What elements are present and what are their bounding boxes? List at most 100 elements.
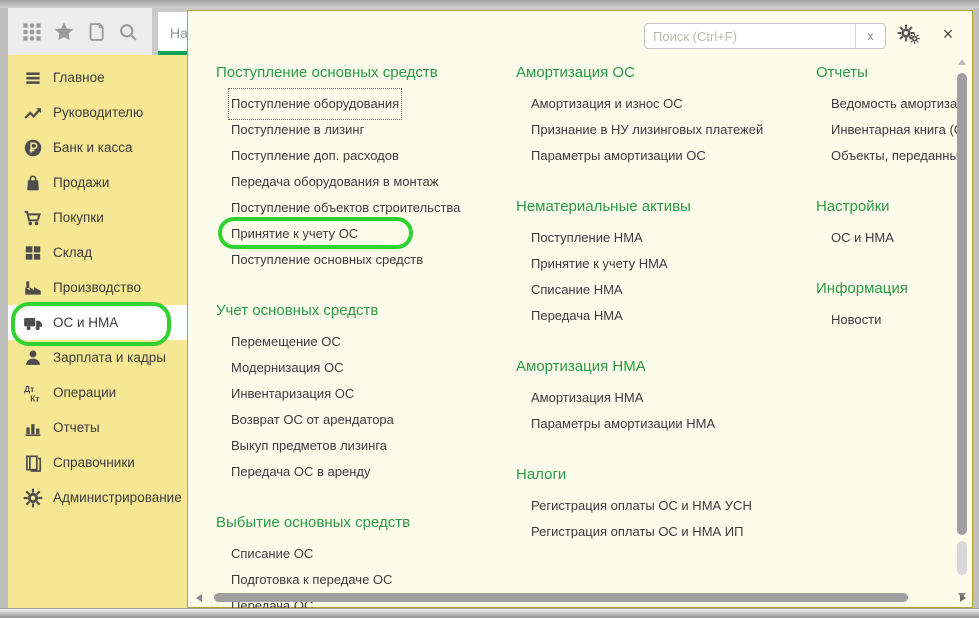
menu-link-label: Ведомость амортиза: [831, 91, 957, 117]
menu-link-label: Подготовка к передаче ОС: [231, 567, 392, 593]
menu-link[interactable]: Подготовка к передаче ОС: [216, 567, 508, 593]
scroll-right-arrow-icon[interactable]: [960, 594, 966, 602]
menu-link-label: Поступление основных средств: [231, 247, 423, 273]
menu-link-label: Поступление НМА: [531, 225, 643, 251]
menu-link[interactable]: Амортизация и износ ОС: [516, 91, 808, 117]
sidebar-item-operacii[interactable]: ДтКтОперации: [8, 375, 187, 410]
menu-link-wrap: Поступление НМА: [531, 225, 643, 251]
sidebar-item-sklad[interactable]: Склад: [8, 235, 187, 270]
menu-link-label: Передача ОС в аренду: [231, 459, 370, 485]
section-title: Выбытие основных средств: [216, 513, 508, 533]
menu-link[interactable]: Возврат ОС от арендатора: [216, 407, 508, 433]
sidebar-item-glavnoe[interactable]: Главное: [8, 60, 187, 95]
sections-sidebar: ГлавноеРуководителюБанк и кассаПродажи По…: [8, 55, 187, 610]
sidebar-item-administrirovanie[interactable]: Администрирование: [8, 480, 187, 515]
search-clear-button[interactable]: x: [855, 24, 885, 48]
menu-link-label: Передача оборудования в монтаж: [231, 169, 438, 195]
horizontal-scrollbar[interactable]: [194, 593, 952, 603]
menu-link[interactable]: Передача оборудования в монтаж: [216, 169, 508, 195]
window-frame: Нач ГлавноеРуководителюБанк и кассаПрода…: [0, 0, 979, 618]
menu-link[interactable]: Поступление основных средств: [216, 247, 508, 273]
menu-link[interactable]: Амортизация НМА: [516, 385, 808, 411]
menu-link-wrap: Ведомость амортиза: [831, 91, 957, 117]
menu-link[interactable]: Параметры амортизации НМА: [516, 411, 808, 437]
menu-section: Нематериальные активы Поступление НМАПрин…: [516, 197, 808, 329]
menu-link[interactable]: Параметры амортизации ОС: [516, 143, 808, 169]
close-icon[interactable]: ×: [936, 22, 960, 46]
menu-section: Амортизация ОСАмортизация и износ ОСПриз…: [516, 63, 808, 169]
menu-link[interactable]: Регистрация оплаты ОС и НМА ИП: [516, 519, 808, 545]
menu-link[interactable]: Новости: [816, 307, 962, 333]
menu-link-wrap: Подготовка к передаче ОС: [231, 567, 392, 593]
menu-link[interactable]: Принятие к учету НМА: [516, 251, 808, 277]
menu-link-wrap: ОС и НМА: [831, 225, 894, 251]
menu-link[interactable]: Поступление оборудования: [216, 91, 508, 117]
menu-link-wrap: Новости: [831, 307, 881, 333]
menu-link-label: Принятие к учету НМА: [531, 251, 668, 277]
menu-link[interactable]: Поступление доп. расходов: [216, 143, 508, 169]
horizontal-scrollbar-thumb[interactable]: [214, 593, 908, 602]
menu-link-wrap: Инвентарная книга (О: [831, 117, 962, 143]
section-title: Настройки: [816, 197, 962, 217]
vertical-scrollbar-thumb[interactable]: [957, 73, 967, 535]
factory-icon: [23, 278, 43, 298]
menu-link[interactable]: Ведомость амортиза: [816, 91, 962, 117]
menu-link[interactable]: Выкуп предметов лизинга: [216, 433, 508, 459]
quick-access-toolbar: [8, 8, 152, 55]
sidebar-item-label: Склад: [53, 245, 92, 260]
menu-link-wrap: Списание ОС: [231, 541, 313, 567]
menu-link-wrap: Поступление объектов строительства: [231, 195, 460, 221]
menu-link[interactable]: Признание в НУ лизинговых платежей: [516, 117, 808, 143]
menu-link[interactable]: Регистрация оплаты ОС и НМА УСН: [516, 493, 808, 519]
vertical-scrollbar[interactable]: [956, 59, 968, 599]
favorites-star-icon[interactable]: [53, 21, 75, 43]
scroll-left-arrow-icon[interactable]: [196, 594, 202, 602]
menu-link-label: Признание в НУ лизинговых платежей: [531, 117, 763, 143]
menu-link-wrap: Амортизация НМА: [531, 385, 643, 411]
search-input[interactable]: [651, 25, 849, 47]
books-icon: [23, 453, 43, 473]
menu-link-wrap: Передача ОС в аренду: [231, 459, 370, 485]
menu-link[interactable]: Списание НМА: [516, 277, 808, 303]
sidebar-item-bank-i-kassa[interactable]: Банк и касса: [8, 130, 187, 165]
menu-link[interactable]: Передача НМА: [516, 303, 808, 329]
menu-link[interactable]: Передача ОС в аренду: [216, 459, 508, 485]
history-icon[interactable]: [85, 21, 107, 43]
sidebar-item-proizvodstvo[interactable]: Производство: [8, 270, 187, 305]
menu-link-wrap: Регистрация оплаты ОС и НМА ИП: [531, 519, 744, 545]
menu-link[interactable]: Модернизация ОС: [216, 355, 508, 381]
cart-icon: [23, 208, 43, 228]
menu-link-wrap: Передача НМА: [531, 303, 623, 329]
scroll-up-arrow-icon[interactable]: [958, 59, 966, 65]
sidebar-item-spravochniki[interactable]: Справочники: [8, 445, 187, 480]
sidebar-item-zarplata-i-kadry[interactable]: Зарплата и кадры: [8, 340, 187, 375]
menu-link[interactable]: Инвентарная книга (О: [816, 117, 962, 143]
menu-link[interactable]: Списание ОС: [216, 541, 508, 567]
menu-link[interactable]: Поступление объектов строительства: [216, 195, 508, 221]
global-search-icon[interactable]: [117, 21, 139, 43]
apps-grid-icon[interactable]: [21, 21, 43, 43]
menu-link[interactable]: Инвентаризация ОС: [216, 381, 508, 407]
menu-link[interactable]: Поступление НМА: [516, 225, 808, 251]
dtkt-icon: ДтКт: [23, 383, 43, 403]
sidebar-item-prodazhi[interactable]: Продажи: [8, 165, 187, 200]
trend-icon: [23, 103, 43, 123]
sidebar-item-label: Покупки: [53, 210, 104, 225]
sidebar-item-label: Зарплата и кадры: [53, 350, 166, 365]
sidebar-item-os-i-nma[interactable]: ОС и НМА: [8, 305, 187, 340]
settings-gear-icon[interactable]: [896, 24, 922, 48]
vertical-scrollbar-secondary[interactable]: [957, 541, 967, 575]
sidebar-item-otchety[interactable]: Отчеты: [8, 410, 187, 445]
sidebar-item-rukovoditelyu[interactable]: Руководителю: [8, 95, 187, 130]
sidebar-item-pokupki[interactable]: Покупки: [8, 200, 187, 235]
menu-link-label: Поступление в лизинг: [231, 117, 364, 143]
menu-link[interactable]: Принятие к учету ОС: [216, 221, 508, 247]
menu-link-wrap: Регистрация оплаты ОС и НМА УСН: [531, 493, 752, 519]
menu-link[interactable]: ОС и НМА: [816, 225, 962, 251]
menu-link[interactable]: Перемещение ОС: [216, 329, 508, 355]
menu-link-label: Объекты, переданны: [831, 143, 959, 169]
menu-link[interactable]: Поступление в лизинг: [216, 117, 508, 143]
svg-text:Кт: Кт: [30, 393, 39, 403]
section-title: Нематериальные активы: [516, 197, 808, 217]
menu-link[interactable]: Объекты, переданны: [816, 143, 962, 169]
